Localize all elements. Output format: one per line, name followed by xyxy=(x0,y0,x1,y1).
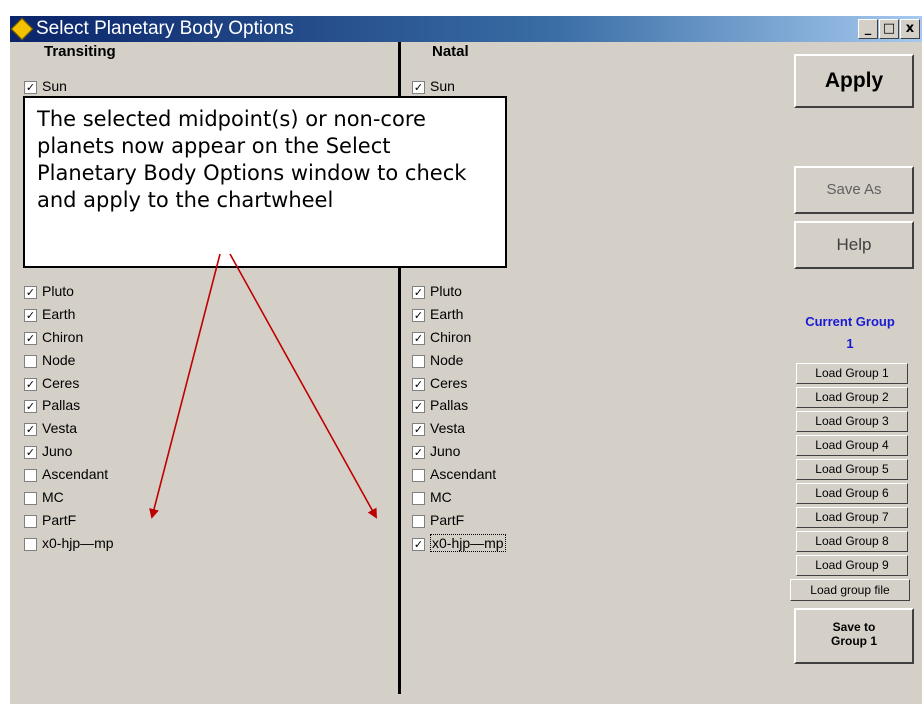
annotation-arrows xyxy=(149,253,377,519)
arrow-to-natal xyxy=(229,253,377,519)
arrow-to-transiting xyxy=(149,253,221,519)
